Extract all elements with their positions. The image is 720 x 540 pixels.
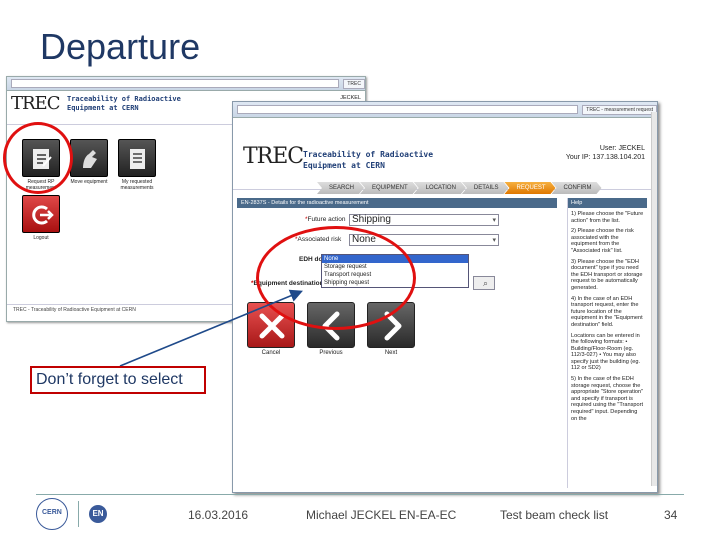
footer-logos: CERN EN bbox=[36, 498, 107, 530]
footer-author: Michael JECKEL EN-EA-EC bbox=[306, 508, 457, 522]
callout-arrow bbox=[119, 289, 303, 367]
logo-divider bbox=[78, 501, 79, 527]
footer-topic: Test beam check list bbox=[500, 508, 609, 522]
footer-date: 16.03.2016 bbox=[188, 508, 249, 522]
cern-logo-icon: CERN bbox=[36, 498, 68, 530]
footer-page-number: 34 bbox=[664, 508, 678, 522]
callout-box: Don’t forget to select bbox=[30, 366, 206, 394]
footer-divider bbox=[36, 494, 684, 495]
en-department-logo-icon: EN bbox=[89, 505, 107, 523]
